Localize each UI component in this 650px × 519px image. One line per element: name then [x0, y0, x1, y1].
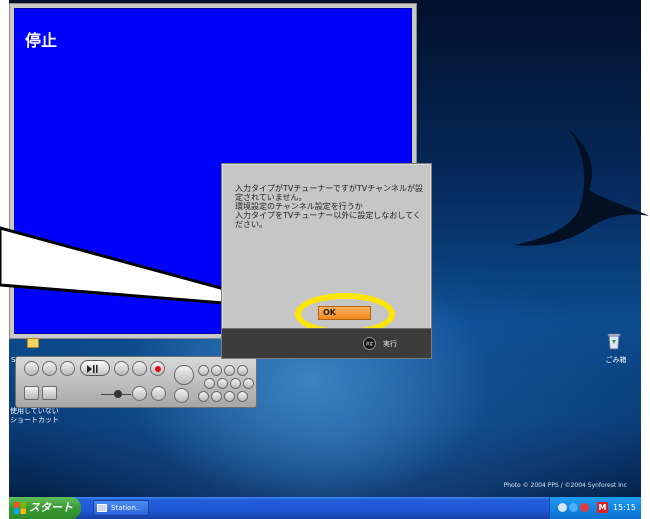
player-control-panel[interactable]	[15, 356, 257, 408]
number-key[interactable]	[198, 365, 209, 376]
enter-button-icon[interactable]: 決定	[363, 337, 376, 350]
number-key[interactable]	[230, 378, 241, 389]
taskbar-item-station[interactable]: Station..	[93, 500, 149, 516]
windows-flag-icon	[14, 502, 26, 514]
dialog-footer: 決定 実行	[222, 328, 431, 358]
channel-dial[interactable]	[174, 365, 194, 385]
wallpaper-copyright: Photo © 2004 PPS / ©2004 Synforest Inc	[503, 482, 627, 489]
channel-down-button[interactable]	[174, 388, 189, 403]
whale-tail-image	[514, 130, 649, 246]
mail-icon[interactable]: M	[597, 502, 608, 513]
network-icon[interactable]	[558, 503, 567, 512]
screenshot: Photo © 2004 PPS / ©2004 Synforest Inc 停…	[0, 0, 650, 519]
audio-button[interactable]	[151, 386, 166, 401]
start-button[interactable]: スタート	[9, 497, 81, 519]
menu-button[interactable]	[42, 386, 57, 400]
play-pause-icon	[87, 365, 98, 373]
dialog-message: 入力タイプがTVチューナーですがTVチャンネルが設定されていません。 環境設定の…	[235, 184, 423, 229]
stop-button[interactable]	[60, 361, 75, 376]
number-key[interactable]	[198, 391, 209, 402]
fast-forward-button[interactable]	[114, 361, 129, 376]
number-key[interactable]	[211, 365, 222, 376]
speaker-button[interactable]	[132, 386, 147, 401]
app-window-icon	[97, 504, 107, 512]
number-key[interactable]	[237, 365, 248, 376]
rewind-button[interactable]	[42, 361, 57, 376]
security-icon[interactable]	[580, 503, 589, 512]
record-button[interactable]	[150, 361, 165, 376]
number-key[interactable]	[211, 391, 222, 402]
system-tray: M 15:15	[549, 497, 641, 519]
execute-label: 実行	[383, 340, 397, 348]
volume-slider-knob[interactable]	[114, 390, 122, 398]
recycle-bin-icon[interactable]	[607, 332, 621, 350]
number-key[interactable]	[243, 378, 254, 389]
screen-mode-button[interactable]	[24, 386, 39, 400]
taskbar-item-label: Station..	[111, 504, 141, 512]
folder-icon[interactable]	[27, 338, 39, 348]
prev-chapter-button[interactable]	[24, 361, 39, 376]
recycle-bin-label: ごみ箱	[605, 356, 627, 364]
playback-status: 停止	[25, 31, 58, 50]
volume-icon[interactable]	[569, 503, 578, 512]
start-label: スタート	[29, 501, 73, 514]
number-key[interactable]	[204, 378, 215, 389]
clock[interactable]: 15:15	[613, 503, 636, 512]
next-chapter-button[interactable]	[132, 361, 147, 376]
record-icon	[155, 366, 161, 372]
number-key[interactable]	[217, 378, 228, 389]
number-key[interactable]	[224, 391, 235, 402]
taskbar: スタート Station.. M 15:15	[9, 497, 641, 519]
error-dialog: 入力タイプがTVチューナーですがTVチャンネルが設定されていません。 環境設定の…	[221, 163, 432, 359]
play-pause-button[interactable]	[80, 360, 110, 376]
number-key[interactable]	[237, 391, 248, 402]
number-key[interactable]	[224, 365, 235, 376]
unused-shortcuts-label[interactable]: 使用していない ショートカット	[10, 407, 70, 425]
